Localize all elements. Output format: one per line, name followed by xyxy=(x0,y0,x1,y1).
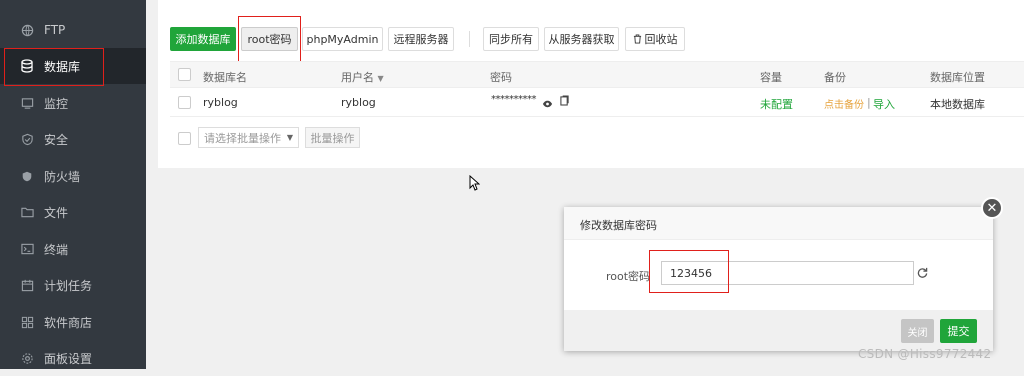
capacity-status[interactable]: 未配置 xyxy=(760,96,793,112)
calendar-icon xyxy=(20,278,34,292)
copy-icon[interactable] xyxy=(560,95,569,109)
sidebar-item-cron[interactable]: 计划任务 xyxy=(0,267,146,303)
globe-icon xyxy=(20,23,34,37)
mouse-cursor-icon xyxy=(469,174,481,194)
column-header-password: 密码 xyxy=(490,71,512,84)
folder-icon xyxy=(20,205,34,219)
highlight-box-password-value xyxy=(649,250,729,293)
sidebar-item-app-store[interactable]: 软件商店 xyxy=(0,304,146,340)
submit-button[interactable]: 提交 xyxy=(940,319,977,343)
dialog-close-icon[interactable]: ✕ xyxy=(981,197,1003,219)
sidebar-item-label: 文件 xyxy=(44,205,69,220)
dialog-footer: 关闭 提交 xyxy=(564,310,993,351)
dialog-header: 修改数据库密码 xyxy=(564,207,993,240)
db-name-cell: ryblog xyxy=(203,96,238,109)
column-header-backup: 备份 xyxy=(824,71,846,84)
highlight-box-sidebar xyxy=(4,48,104,86)
sidebar-item-terminal[interactable]: 终端 xyxy=(0,231,146,267)
remote-server-button[interactable]: 远程服务器 xyxy=(388,27,454,51)
watermark-text: CSDN @Hiss9772442 xyxy=(858,347,992,361)
table-row: ryblog ryblog ********** 未配置 点击备份 | 导入 本… xyxy=(170,88,1024,117)
highlight-box-root-button xyxy=(238,16,301,63)
sidebar-item-label: 面板设置 xyxy=(44,351,93,366)
change-password-dialog: 修改数据库密码 root密码 123456 关闭 提交 xyxy=(564,207,993,351)
shield-check-icon xyxy=(20,132,34,146)
shield-icon xyxy=(20,169,34,183)
sidebar-item-label: 安全 xyxy=(44,132,69,147)
sidebar-item-label: 软件商店 xyxy=(44,315,93,330)
sidebar-item-label: 防火墙 xyxy=(44,169,81,184)
batch-checkbox[interactable] xyxy=(178,132,191,145)
close-button[interactable]: 关闭 xyxy=(901,319,934,343)
batch-operation-select[interactable]: 请选择批量操作 ▼ xyxy=(198,127,299,148)
sidebar-item-firewall[interactable]: 防火墙 xyxy=(0,158,146,194)
sidebar-item-label: 监控 xyxy=(44,96,69,111)
batch-operation-button[interactable]: 批量操作 xyxy=(305,127,360,148)
root-password-label: root密码 xyxy=(606,270,651,283)
phpmyadmin-button[interactable]: phpMyAdmin xyxy=(302,27,383,51)
fetch-from-server-button[interactable]: 从服务器获取 xyxy=(544,27,619,51)
monitor-icon xyxy=(20,96,34,110)
toolbar-divider xyxy=(469,31,470,47)
sidebar-item-files[interactable]: 文件 xyxy=(0,194,146,230)
eye-icon[interactable] xyxy=(542,97,553,111)
dialog-title: 修改数据库密码 xyxy=(580,219,657,232)
add-database-button[interactable]: 添加数据库 xyxy=(170,27,236,51)
sidebar-item-settings[interactable]: 面板设置 xyxy=(0,340,146,376)
sort-down-icon: ▼ xyxy=(377,74,384,83)
backup-link[interactable]: 点击备份 xyxy=(824,96,864,111)
db-user-cell: ryblog xyxy=(341,96,376,109)
db-location-cell: 本地数据库 xyxy=(930,98,985,111)
refresh-icon[interactable] xyxy=(917,267,928,281)
recycle-bin-button[interactable]: 回收站 xyxy=(625,27,685,51)
apps-icon xyxy=(20,315,34,329)
sidebar-item-ftp[interactable]: FTP xyxy=(0,12,146,48)
column-header-location: 数据库位置 xyxy=(930,71,985,84)
batch-select-placeholder: 请选择批量操作 xyxy=(204,131,281,145)
sidebar-item-security[interactable]: 安全 xyxy=(0,121,146,157)
gear-icon xyxy=(20,351,34,365)
link-separator: | xyxy=(867,96,871,109)
terminal-icon xyxy=(20,242,34,256)
column-header-user-label: 用户名 xyxy=(341,71,374,84)
sidebar-item-label: FTP xyxy=(44,23,66,37)
table-header: 数据库名 用户名 ▼ 密码 容量 备份 数据库位置 xyxy=(170,61,1024,88)
caret-down-icon: ▼ xyxy=(286,133,293,142)
row-checkbox[interactable] xyxy=(178,96,191,109)
db-password-cell: ********** xyxy=(491,94,537,105)
sync-all-button[interactable]: 同步所有 xyxy=(483,27,539,51)
import-link[interactable]: 导入 xyxy=(873,96,895,112)
sidebar-item-label: 计划任务 xyxy=(44,278,93,293)
column-header-capacity: 容量 xyxy=(760,71,782,84)
recycle-bin-label: 回收站 xyxy=(644,33,678,46)
column-header-user[interactable]: 用户名 ▼ xyxy=(341,69,384,85)
select-all-checkbox[interactable] xyxy=(178,68,191,81)
sidebar-item-monitor[interactable]: 监控 xyxy=(0,85,146,121)
trash-icon xyxy=(633,34,642,44)
column-header-name: 数据库名 xyxy=(203,71,247,84)
sidebar-item-label: 终端 xyxy=(44,242,69,257)
